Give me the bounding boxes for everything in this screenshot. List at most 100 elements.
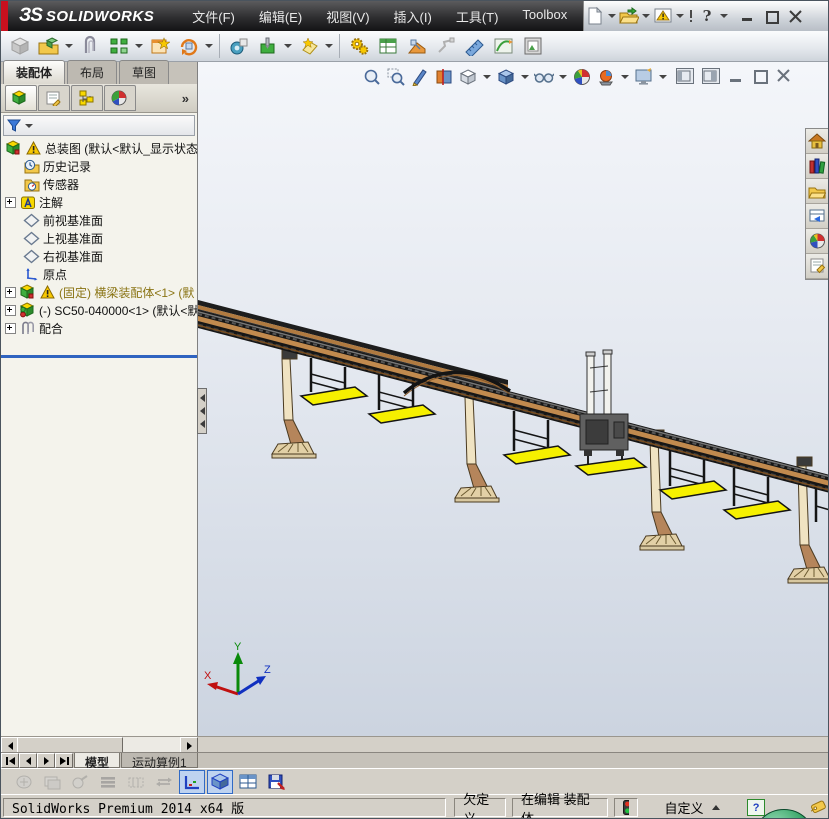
model-main-guideway[interactable] <box>198 310 829 493</box>
reference-geometry-dropdown[interactable] <box>325 44 333 48</box>
status-help-icon[interactable]: ? <box>747 799 765 816</box>
hide-show-items-icon[interactable] <box>533 66 555 88</box>
image-quality-dropdown[interactable] <box>676 14 684 18</box>
tag-icon[interactable] <box>809 799 828 817</box>
tree-item-mates[interactable]: 配合 <box>1 319 197 337</box>
bill-of-materials-icon[interactable] <box>373 32 402 61</box>
model-erection-machine[interactable] <box>574 349 648 476</box>
view-orientation-dropdown[interactable] <box>483 75 491 79</box>
swap-arrows-icon[interactable] <box>151 770 177 794</box>
help-dropdown[interactable] <box>720 14 728 18</box>
3d-model-assembly[interactable]: X Y Z <box>198 62 829 736</box>
next-tab-button[interactable] <box>37 753 55 768</box>
pattern-dropdown[interactable] <box>135 44 143 48</box>
autokey-icon[interactable] <box>67 770 93 794</box>
assembly-features-icon[interactable] <box>253 32 282 61</box>
view-palette-icon[interactable] <box>806 204 828 229</box>
keyframe-bars-icon[interactable] <box>95 770 121 794</box>
open-document-dropdown[interactable] <box>642 14 650 18</box>
first-tab-button[interactable] <box>1 753 19 768</box>
tab-assembly[interactable]: 装配体 <box>3 60 66 84</box>
zoom-to-fit-icon[interactable] <box>361 66 383 88</box>
new-motion-study-icon[interactable] <box>344 32 373 61</box>
doc-close-button[interactable] <box>776 69 792 83</box>
view-orientation-icon[interactable] <box>457 66 479 88</box>
panel-overflow-chevron[interactable]: » <box>182 91 193 106</box>
expand-icon[interactable] <box>5 322 16 334</box>
featuremanager-tree-tab[interactable] <box>5 85 37 111</box>
tree-item-beam-assembly[interactable]: (固定) 横梁装配体<1> (默 <box>1 283 197 301</box>
menu-insert[interactable]: 插入(I) <box>382 2 444 31</box>
tree-item-right-plane[interactable]: 右视基准面 <box>1 247 197 265</box>
timeline-grid-icon[interactable] <box>123 770 149 794</box>
apply-scene-dropdown[interactable] <box>621 75 629 79</box>
expand-icon[interactable] <box>5 304 16 316</box>
tree-item-annotations[interactable]: 注解 <box>1 193 197 211</box>
minimize-button[interactable] <box>740 10 755 23</box>
exploded-view-icon[interactable] <box>402 32 431 61</box>
apply-scene-icon[interactable] <box>595 66 617 88</box>
prev-tab-button[interactable] <box>19 753 37 768</box>
image-quality-warning-icon[interactable] <box>652 5 674 27</box>
tree-filter[interactable] <box>3 115 195 136</box>
design-library-icon[interactable] <box>806 154 828 179</box>
tree-item-sensors[interactable]: 传感器 <box>1 175 197 193</box>
tree-item-history[interactable]: 历史记录 <box>1 157 197 175</box>
tree-item-sc50[interactable]: (-) SC50-040000<1> (默认<默 <box>1 301 197 319</box>
expand-icon[interactable] <box>5 196 16 208</box>
save-animation-icon[interactable] <box>263 770 289 794</box>
doc-minimize-button[interactable] <box>728 69 744 83</box>
tree-horizontal-scrollbar[interactable] <box>1 737 198 754</box>
image-frame-icon[interactable] <box>518 32 547 61</box>
new-document-dropdown[interactable] <box>608 14 616 18</box>
doc-restore-button[interactable] <box>752 69 768 84</box>
mate-icon[interactable] <box>75 32 104 61</box>
close-button[interactable] <box>788 9 803 23</box>
assembly-features-dropdown[interactable] <box>284 44 292 48</box>
solidworks-resources-icon[interactable] <box>806 129 828 154</box>
displaymanager-tab[interactable] <box>104 85 136 111</box>
animation-wizard-icon[interactable] <box>39 770 65 794</box>
tree-split-bar[interactable] <box>1 355 197 358</box>
section-view-icon[interactable] <box>433 66 455 88</box>
collapse-right-pane-button[interactable] <box>702 68 720 84</box>
menu-file[interactable]: 文件(F) <box>180 2 247 31</box>
display-style-dropdown[interactable] <box>521 75 529 79</box>
menu-tools[interactable]: 工具(T) <box>444 2 511 31</box>
instant3d-icon[interactable] <box>460 32 489 61</box>
filter-dropdown[interactable] <box>25 123 33 128</box>
custom-properties-icon[interactable] <box>806 254 828 279</box>
tree-item-root[interactable]: 总装图 (默认<默认_显示状态 <box>1 139 197 157</box>
edit-appearance-icon[interactable] <box>571 66 593 88</box>
graphics-viewport[interactable]: X Y Z <box>198 62 829 736</box>
insert-component-icon[interactable] <box>5 32 34 61</box>
appearances-scenes-icon[interactable] <box>806 229 828 254</box>
tab-model[interactable]: 模型 <box>74 753 121 770</box>
last-tab-button[interactable] <box>55 753 73 768</box>
hide-show-dropdown[interactable] <box>559 75 567 79</box>
file-explorer-icon[interactable] <box>806 179 828 204</box>
tree-item-top-plane[interactable]: 上视基准面 <box>1 229 197 247</box>
move-component-dropdown[interactable] <box>205 44 213 48</box>
help-icon[interactable]: ? <box>696 5 718 27</box>
menu-edit[interactable]: 编辑(E) <box>247 2 314 31</box>
view-settings-icon[interactable] <box>633 66 655 88</box>
smart-fasteners-icon[interactable] <box>145 32 174 61</box>
open-component-icon[interactable] <box>34 32 63 61</box>
new-document-icon[interactable] <box>584 5 606 27</box>
results-plot-icon[interactable] <box>179 769 205 794</box>
open-document-icon[interactable] <box>618 5 640 27</box>
overflow-icon[interactable] <box>686 5 696 27</box>
table-icon[interactable] <box>235 770 261 794</box>
display-style-icon[interactable] <box>495 66 517 88</box>
menu-toolbox[interactable]: Toolbox <box>510 2 579 31</box>
explode-line-sketch-icon[interactable] <box>431 32 460 61</box>
status-custom-dropdown[interactable]: 自定义 <box>656 798 734 817</box>
calculate-icon[interactable] <box>11 770 37 794</box>
reference-geometry-icon[interactable] <box>294 32 323 61</box>
tab-sketch[interactable]: 草图 <box>119 60 170 84</box>
zoom-to-area-icon[interactable] <box>385 66 407 88</box>
collapse-left-pane-button[interactable] <box>676 68 694 84</box>
expand-icon[interactable] <box>5 286 16 298</box>
tab-motion-study-1[interactable]: 运动算例1 <box>121 753 198 770</box>
